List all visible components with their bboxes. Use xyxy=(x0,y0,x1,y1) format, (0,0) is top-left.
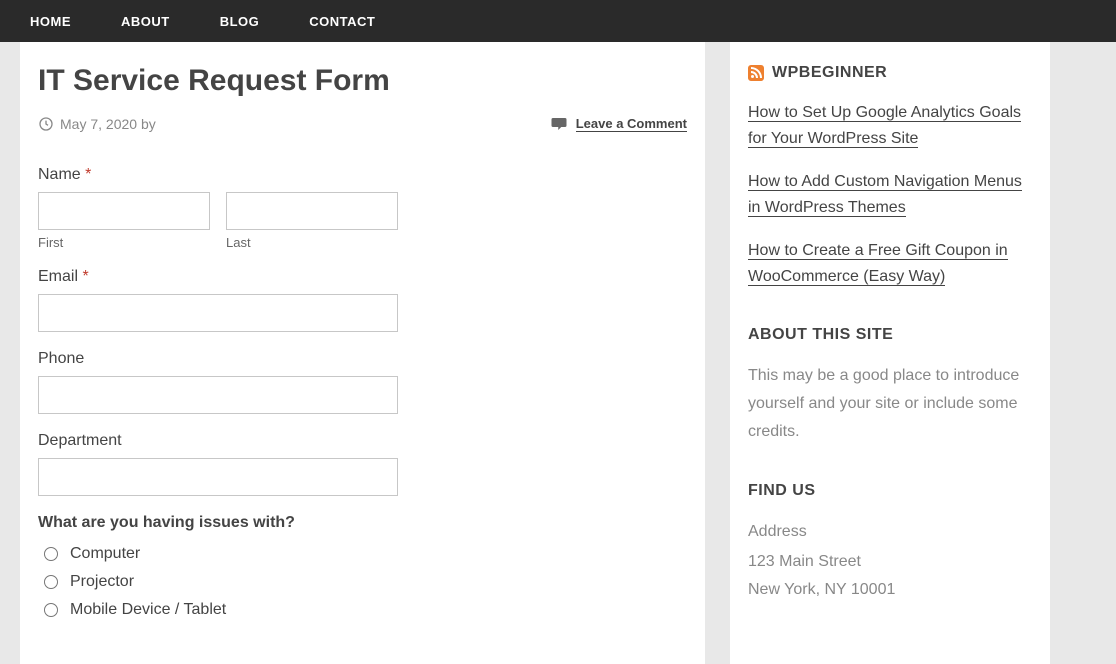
issue-option-label: Computer xyxy=(70,545,140,563)
rss-icon xyxy=(748,65,764,81)
about-title: ABOUT THIS SITE xyxy=(748,326,1032,344)
nav-home[interactable]: HOME xyxy=(30,14,71,29)
name-field: Name * First Last xyxy=(38,166,687,250)
phone-input[interactable] xyxy=(38,376,398,414)
post-date: May 7, 2020 xyxy=(60,116,137,132)
top-nav: HOME ABOUT BLOG CONTACT xyxy=(0,0,1116,42)
issue-option-label: Mobile Device / Tablet xyxy=(70,601,226,619)
nav-blog[interactable]: BLOG xyxy=(220,14,260,29)
feed-title: WPBEGINNER xyxy=(772,64,887,82)
email-field: Email * xyxy=(38,268,687,332)
last-name-input[interactable] xyxy=(226,192,398,230)
department-input[interactable] xyxy=(38,458,398,496)
leave-comment-link[interactable]: Leave a Comment xyxy=(576,116,687,132)
required-marker: * xyxy=(82,268,88,285)
issues-field: What are you having issues with? Compute… xyxy=(38,514,687,624)
comment-icon xyxy=(550,116,568,132)
about-text: This may be a good place to introduce yo… xyxy=(748,362,1032,446)
first-sublabel: First xyxy=(38,235,210,250)
department-label: Department xyxy=(38,432,687,450)
issue-radio-mobile[interactable] xyxy=(44,603,58,617)
issue-radio-projector[interactable] xyxy=(44,575,58,589)
phone-field: Phone xyxy=(38,350,687,414)
feed-link[interactable]: How to Add Custom Navigation Menus in Wo… xyxy=(748,173,1022,217)
nav-contact[interactable]: CONTACT xyxy=(309,14,375,29)
address-line1: 123 Main Street xyxy=(748,548,1032,576)
findus-title: FIND US xyxy=(748,482,1032,500)
required-marker: * xyxy=(85,166,91,183)
issue-option-label: Projector xyxy=(70,573,134,591)
phone-label: Phone xyxy=(38,350,687,368)
department-field: Department xyxy=(38,432,687,496)
page-title: IT Service Request Form xyxy=(38,64,687,98)
issue-radio-computer[interactable] xyxy=(44,547,58,561)
feed-link[interactable]: How to Set Up Google Analytics Goals for… xyxy=(748,104,1021,148)
email-label: Email * xyxy=(38,268,687,286)
first-name-input[interactable] xyxy=(38,192,210,230)
sidebar-about: ABOUT THIS SITE This may be a good place… xyxy=(748,326,1032,446)
sidebar: WPBEGINNER How to Set Up Google Analytic… xyxy=(730,42,1050,664)
post-by-label: by xyxy=(141,116,156,132)
main-content: IT Service Request Form May 7, 2020 by L… xyxy=(20,42,705,664)
address-label: Address xyxy=(748,518,1032,546)
sidebar-feed: WPBEGINNER How to Set Up Google Analytic… xyxy=(748,64,1032,290)
nav-about[interactable]: ABOUT xyxy=(121,14,170,29)
last-sublabel: Last xyxy=(226,235,398,250)
name-label: Name * xyxy=(38,166,687,184)
issues-label: What are you having issues with? xyxy=(38,514,687,532)
clock-icon xyxy=(38,116,54,132)
post-meta: May 7, 2020 by Leave a Comment xyxy=(38,116,687,146)
address-line2: New York, NY 10001 xyxy=(748,576,1032,604)
sidebar-findus: FIND US Address 123 Main Street New York… xyxy=(748,482,1032,604)
email-input[interactable] xyxy=(38,294,398,332)
feed-link[interactable]: How to Create a Free Gift Coupon in WooC… xyxy=(748,242,1008,286)
